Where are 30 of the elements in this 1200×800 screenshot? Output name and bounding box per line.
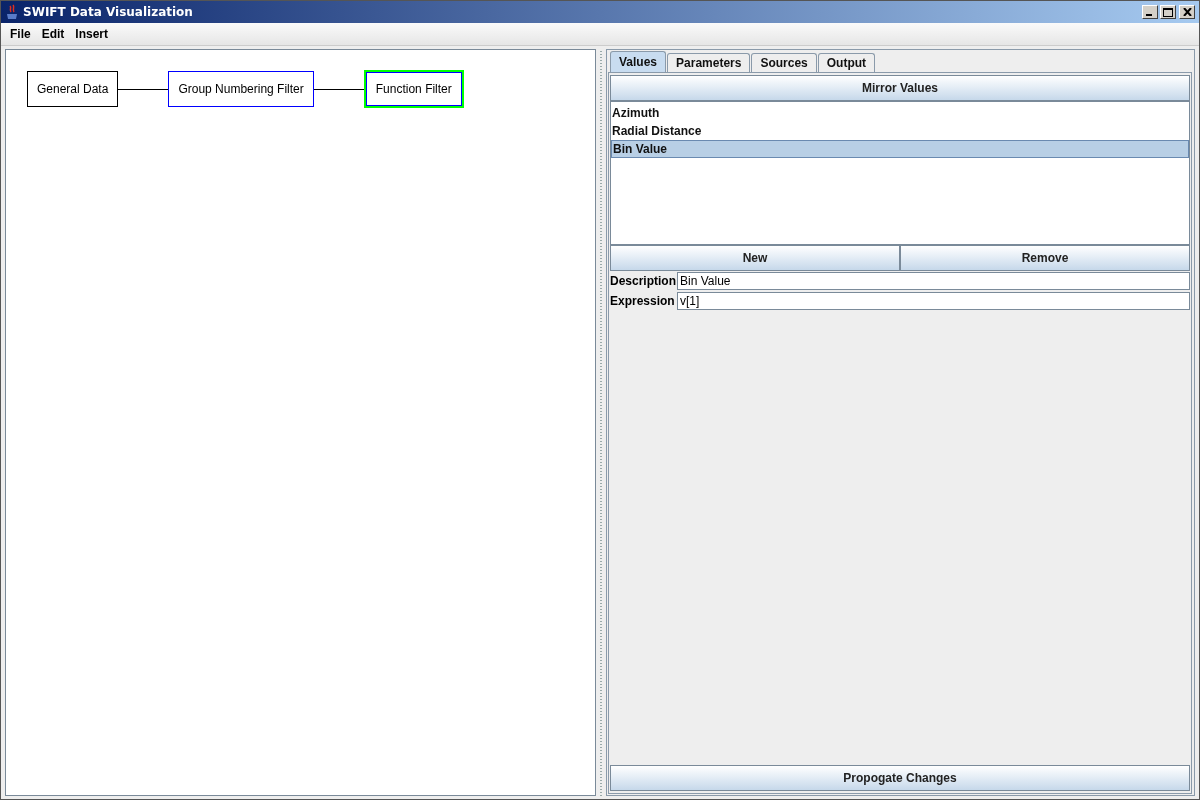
list-item[interactable]: Radial Distance bbox=[611, 122, 1189, 140]
menu-item[interactable]: Insert bbox=[70, 27, 115, 41]
tab[interactable]: Sources bbox=[751, 53, 817, 72]
propagate-button[interactable]: Propogate Changes bbox=[610, 765, 1190, 791]
maximize-icon bbox=[1163, 7, 1173, 17]
filter-node[interactable]: Function Filter bbox=[363, 70, 464, 108]
connector-line bbox=[118, 88, 169, 90]
field-label: Expression bbox=[610, 294, 676, 308]
list-item[interactable]: Bin Value bbox=[611, 140, 1189, 158]
menu-item[interactable]: File bbox=[5, 27, 37, 41]
filter-node[interactable]: Group Numbering Filter bbox=[168, 71, 314, 107]
app-icon bbox=[5, 4, 19, 20]
new-button[interactable]: New bbox=[610, 245, 900, 271]
close-icon bbox=[1182, 8, 1192, 16]
mirror-values-button[interactable]: Mirror Values bbox=[610, 75, 1190, 101]
tab[interactable]: Output bbox=[817, 53, 876, 72]
window-title: SWIFT Data Visualization bbox=[23, 5, 194, 19]
close-button[interactable] bbox=[1179, 5, 1195, 19]
tab[interactable]: Values bbox=[610, 51, 667, 72]
field-label: Description bbox=[610, 274, 677, 288]
text-field[interactable]: Bin Value bbox=[677, 272, 1190, 290]
minimize-button[interactable] bbox=[1142, 5, 1158, 19]
list-item[interactable]: Azimuth bbox=[611, 104, 1189, 122]
maximize-button[interactable] bbox=[1160, 5, 1176, 19]
connector-line bbox=[313, 88, 364, 90]
menu-item[interactable]: Edit bbox=[36, 27, 71, 41]
remove-button[interactable]: Remove bbox=[900, 245, 1190, 271]
text-field[interactable]: v[1] bbox=[677, 292, 1190, 310]
filter-node[interactable]: General Data bbox=[27, 71, 119, 107]
tab[interactable]: Parameters bbox=[667, 53, 751, 72]
